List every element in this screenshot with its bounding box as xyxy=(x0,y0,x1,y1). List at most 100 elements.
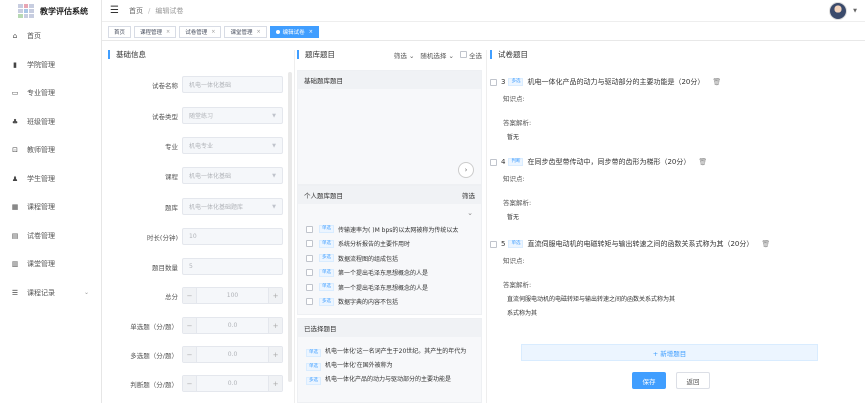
bank-select[interactable]: 机电一体化基础题库 ▼ xyxy=(182,198,283,215)
list-item[interactable]: 多选 机电一体化产品的动力与驱动部分的主要功能是 xyxy=(298,373,481,387)
list-item[interactable]: 单选 机电一体化'这一名词产生于20世纪。其产生的年代为 xyxy=(298,345,481,359)
plus-icon[interactable]: + xyxy=(268,318,282,333)
sidebar-item[interactable]: ▤ 试卷管理 xyxy=(0,222,101,251)
chevron-down-icon: ⌄ xyxy=(448,52,454,60)
analysis-label: 答案解析: xyxy=(503,281,532,289)
breadcrumb-home[interactable]: 首页 xyxy=(129,7,143,15)
list-item[interactable]: 多选 数据字典的内容不包括 xyxy=(298,295,481,310)
question-checkbox[interactable] xyxy=(306,254,313,262)
calendar-icon: ▥ xyxy=(11,260,19,269)
trash-icon[interactable]: 🗑 xyxy=(761,240,770,248)
tab[interactable]: 首页 xyxy=(108,26,132,38)
judge-score-value: 0.0 xyxy=(227,380,238,387)
minus-icon[interactable]: − xyxy=(183,318,197,333)
question-text: 系统分析报告的主要作用时 xyxy=(338,241,411,249)
sidebar-item-label: 教师管理 xyxy=(27,146,55,155)
filter-label: 筛选 xyxy=(393,52,407,60)
exam-question: 3 多选 机电一体化产品的动力与驱动部分的主要功能是（20分） 🗑 知识点: 答案解析: 暂… xyxy=(490,77,835,141)
trash-icon[interactable]: 🗑 xyxy=(712,78,721,86)
question-checkbox[interactable] xyxy=(490,78,497,86)
judge-score-label: 判断题（分/题） xyxy=(130,381,178,389)
car-icon: ⊡ xyxy=(12,146,18,155)
save-button[interactable]: 保存 xyxy=(632,372,666,389)
trash-icon[interactable]: 🗑 xyxy=(698,158,707,166)
select-all-checkbox[interactable] xyxy=(459,51,467,58)
sidebar-item[interactable]: ⌂ 首页 xyxy=(0,22,101,51)
plus-icon[interactable]: + xyxy=(268,347,282,362)
question-checkbox[interactable] xyxy=(306,298,313,306)
question-checkbox[interactable] xyxy=(306,269,313,277)
selected-section: 已选择题目 单选 机电一体化'这一名词产生于20世纪。其产生的年代为 单选 机电一体化… xyxy=(297,318,482,403)
single-score-stepper[interactable]: − 0.0 + xyxy=(182,317,283,334)
duration-input[interactable]: 10 xyxy=(182,228,283,245)
minus-icon[interactable]: − xyxy=(183,376,197,391)
user-icon: ♟ xyxy=(11,174,19,183)
paper-type-select[interactable]: 随堂练习 ▼ xyxy=(182,107,283,124)
sidebar-item[interactable]: ▭ 专业管理 xyxy=(0,79,101,108)
question-checkbox[interactable] xyxy=(306,240,313,248)
course-label: 课程 xyxy=(165,173,178,181)
list-item[interactable]: 单选 第一个提出毛泽东思想概念的人是 xyxy=(298,280,481,295)
close-icon[interactable]: × xyxy=(211,29,215,35)
filter-dropdown[interactable]: 筛选 ⌄ xyxy=(394,50,415,60)
question-checkbox[interactable] xyxy=(490,158,497,166)
tab[interactable]: 编辑试卷 × xyxy=(269,26,319,38)
hamburger-icon[interactable]: ☰ xyxy=(110,5,119,16)
personal-bank-title: 个人题库题目 xyxy=(304,192,343,200)
list-item[interactable]: 单选 传输速率为( )M bps的以太网被称为传统以太 xyxy=(298,222,481,237)
tab[interactable]: 试卷管理 × xyxy=(179,26,222,38)
plus-icon[interactable]: + xyxy=(268,288,282,303)
tab[interactable]: 课程管理 × xyxy=(134,26,177,38)
close-icon[interactable]: × xyxy=(166,29,170,35)
selected-question-list: 单选 机电一体化'这一名词产生于20世纪。其产生的年代为 单选 机电一体化'在国外被称… xyxy=(298,337,481,387)
user-avatar[interactable] xyxy=(829,2,847,20)
question-checkbox[interactable] xyxy=(306,225,313,233)
duration-value: 10 xyxy=(189,233,197,240)
sidebar-item[interactable]: ☰ 课程记录 ⌄ xyxy=(0,279,101,308)
personal-filter-label[interactable]: 筛选 xyxy=(462,190,475,200)
sidebar-item[interactable]: ⊡ 教师管理 xyxy=(0,136,101,165)
random-select-dropdown[interactable]: 随机选择 ⌄ xyxy=(420,50,454,60)
judge-score-stepper[interactable]: − 0.0 + xyxy=(182,375,283,392)
paper-name-label: 试卷名称 xyxy=(152,82,178,90)
question-checkbox[interactable] xyxy=(306,283,313,291)
multi-score-stepper[interactable]: − 0.0 + xyxy=(182,346,283,363)
list-item[interactable]: 单选 系统分析报告的主要作用时 xyxy=(298,237,481,252)
close-icon[interactable]: × xyxy=(309,29,313,35)
basic-info-panel: 基础信息 试卷名称 机电一体化基础 试卷类型 随堂练习 ▼ 专业 机电专业 ▼ 课程… xyxy=(108,50,288,403)
add-question-button[interactable]: + 新增题目 xyxy=(521,344,818,361)
select-all[interactable]: 全选 xyxy=(459,50,482,60)
question-count-input[interactable]: 5 xyxy=(182,258,283,275)
chevron-down-icon: ▼ xyxy=(272,112,276,119)
plus-icon[interactable]: + xyxy=(268,376,282,391)
active-dot-icon xyxy=(275,30,280,34)
sidebar-item[interactable]: ▥ 课堂管理 xyxy=(0,250,101,279)
major-select[interactable]: 机电专业 ▼ xyxy=(182,137,283,154)
chevron-right-icon[interactable]: › xyxy=(458,162,474,178)
course-select[interactable]: 机电一体化基础 ▼ xyxy=(182,167,283,184)
list-item[interactable]: 单选 机电一体化'在国外被称为 xyxy=(298,359,481,373)
question-type-badge: 单选 xyxy=(319,225,334,234)
list-item[interactable]: 单选 第一个提出毛泽东思想概念的人是 xyxy=(298,266,481,281)
total-score-stepper[interactable]: − 100 + xyxy=(182,287,283,304)
top-bar: ☰ 首页 / 编辑试卷 ▼ xyxy=(102,0,865,22)
sidebar-item[interactable]: ▦ 课程管理 xyxy=(0,193,101,222)
minus-icon[interactable]: − xyxy=(183,347,197,362)
list-item[interactable]: 多选 数据流程图的组成包括 xyxy=(298,251,481,266)
form-scrollbar[interactable] xyxy=(288,72,292,382)
caret-down-icon[interactable]: ▼ xyxy=(853,8,857,14)
sidebar-item[interactable]: ▮ 学院管理 xyxy=(0,51,101,80)
back-button[interactable]: 返回 xyxy=(676,372,710,389)
sidebar-item[interactable]: ♣ 班级管理 xyxy=(0,108,101,137)
minus-icon[interactable]: − xyxy=(183,288,197,303)
question-text: 机电一体化产品的动力与驱动部分的主要功能是 xyxy=(325,376,452,383)
chevron-down-icon: ▼ xyxy=(272,203,276,210)
panel-divider xyxy=(486,50,487,403)
sidebar-item[interactable]: ♟ 学生管理 xyxy=(0,165,101,194)
analysis-value: 暂无 xyxy=(507,214,520,221)
personal-filter-toggle[interactable]: ⌄ xyxy=(298,204,481,222)
question-checkbox[interactable] xyxy=(490,240,497,248)
paper-name-input[interactable]: 机电一体化基础 xyxy=(182,76,283,93)
close-icon[interactable]: × xyxy=(256,29,260,35)
tab[interactable]: 课堂管理 × xyxy=(224,26,267,38)
